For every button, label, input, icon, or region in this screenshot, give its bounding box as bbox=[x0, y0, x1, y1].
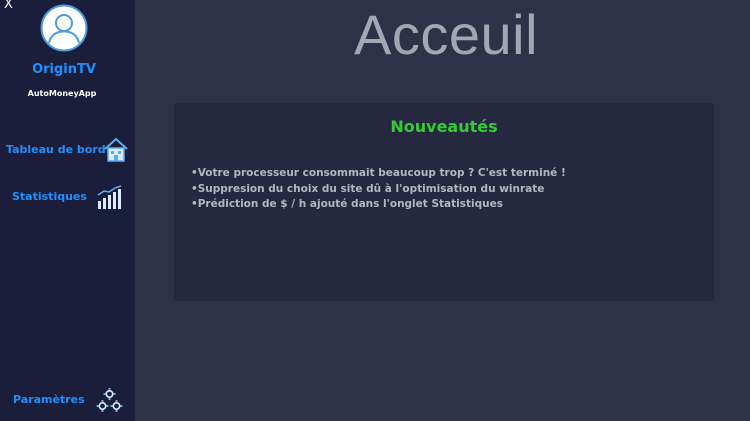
sidebar-item-dashboard[interactable]: Tableau de bord bbox=[0, 133, 135, 167]
news-list: Votre processeur consommait beaucoup tro… bbox=[191, 166, 566, 213]
app-name: AutoMoneyApp bbox=[27, 89, 97, 98]
sidebar-item-label: Statistiques bbox=[12, 190, 87, 203]
sidebar-item-settings[interactable]: Paramètres bbox=[0, 383, 135, 417]
gears-icon bbox=[96, 388, 123, 412]
avatar bbox=[40, 4, 88, 52]
sidebar: X OriginTV AutoMoneyApp Tableau de bord … bbox=[0, 0, 135, 421]
page-title: Acceuil bbox=[354, 3, 539, 66]
close-button[interactable]: X bbox=[4, 0, 13, 13]
bar-chart-icon bbox=[97, 185, 122, 209]
news-title: Nouveautés bbox=[390, 117, 498, 136]
list-item: Prédiction de $ / h ajouté dans l'onglet… bbox=[191, 197, 566, 213]
house-icon bbox=[104, 137, 128, 162]
sidebar-item-label: Tableau de bord bbox=[6, 143, 106, 156]
sidebar-item-statistics[interactable]: Statistiques bbox=[0, 180, 135, 214]
list-item: Votre processeur consommait beaucoup tro… bbox=[191, 166, 566, 182]
news-panel: Nouveautés Votre processeur consommait b… bbox=[174, 103, 714, 301]
brand-name: OriginTV bbox=[32, 62, 96, 77]
sidebar-item-label: Paramètres bbox=[13, 393, 85, 406]
list-item: Suppresion du choix du site dû à l'optim… bbox=[191, 182, 566, 198]
